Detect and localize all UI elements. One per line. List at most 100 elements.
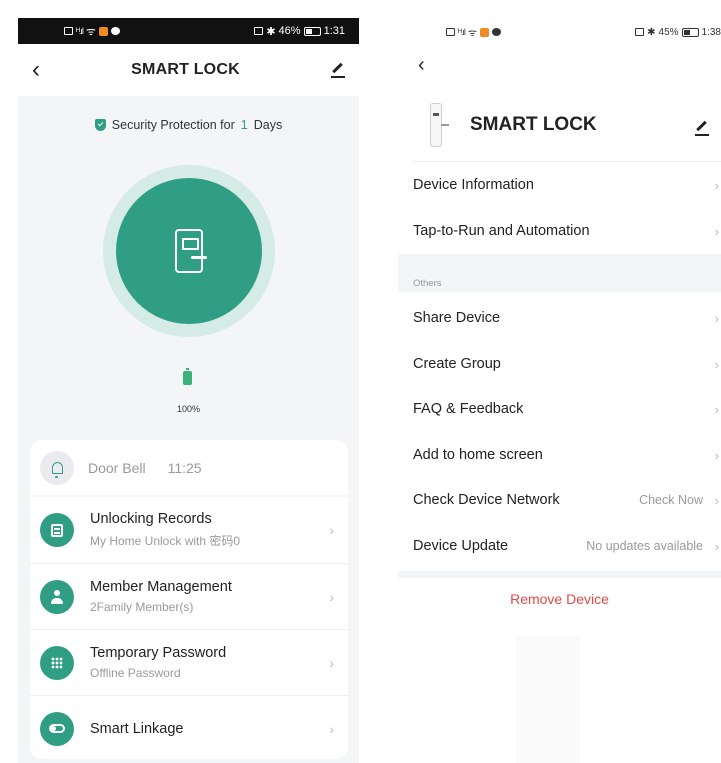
shield-check-icon [94, 119, 106, 131]
row-faq-feedback[interactable]: FAQ & Feedback › [413, 386, 721, 432]
door-bell-label: Door Bell [88, 459, 146, 476]
wifi-icon: ᯤ [467, 28, 477, 39]
bell-icon [51, 461, 63, 478]
pencil-icon[interactable] [695, 120, 709, 136]
row-label: Tap-to-Run and Automation [413, 223, 590, 239]
security-prefix: Security Protection for [111, 118, 235, 132]
menu-item-title: Member Management [90, 579, 232, 595]
chevron-right-icon: › [714, 401, 719, 417]
member-icon-circle [40, 579, 74, 614]
bluetooth-icon: ✱ [647, 26, 656, 38]
chevron-right-icon: › [714, 538, 719, 554]
row-device-information[interactable]: Device Information › [413, 162, 721, 208]
notification-icon [480, 27, 489, 37]
smart-lock-thumbnail [430, 103, 449, 147]
row-label: Share Device [413, 310, 501, 326]
records-icon [51, 523, 63, 537]
menu-item-subtitle: Offline Password [90, 666, 181, 680]
row-value: No updates available [586, 539, 703, 553]
page-title: SMART LOCK [131, 61, 240, 78]
signal-icon: ᴴ.ıl [458, 27, 466, 37]
menu-item-title: Temporary Password [90, 645, 227, 661]
notification-icon [98, 26, 108, 36]
battery-level-text: 100% [176, 404, 201, 414]
hd-icon [64, 27, 73, 35]
menu-item-member-management[interactable]: Member Management 2Family Member(s) › [30, 563, 348, 629]
chevron-right-icon: › [329, 654, 334, 671]
chat-icon [492, 28, 501, 36]
battery-icon [681, 27, 699, 37]
section-header-others: Others [398, 254, 721, 292]
row-add-to-home-screen[interactable]: Add to home screen › [413, 432, 721, 478]
battery-percent: 46% [278, 25, 301, 37]
keypad-icon [51, 656, 63, 669]
device-header: SMART LOCK [398, 90, 721, 160]
row-create-group[interactable]: Create Group › [413, 341, 721, 387]
records-icon-circle [40, 513, 74, 547]
device-name: SMART LOCK [470, 114, 597, 135]
row-label: Add to home screen [413, 447, 543, 463]
door-bell-card[interactable]: Door Bell 11:25 [30, 440, 348, 495]
menu-item-subtitle: My Home Unlock with 密码0 [90, 534, 241, 548]
security-protection-banner: Security Protection for 1 Days [18, 118, 359, 132]
chevron-right-icon: › [329, 522, 334, 538]
battery-level-icon [183, 368, 192, 385]
toggle-icon [49, 724, 65, 733]
feature-menu: Unlocking Records My Home Unlock with 密码… [30, 497, 348, 759]
menu-item-subtitle: 2Family Member(s) [90, 600, 194, 614]
row-tap-to-run[interactable]: Tap-to-Run and Automation › [413, 208, 721, 254]
chevron-right-icon: › [714, 492, 719, 508]
alarm-icon [635, 28, 645, 36]
keypad-icon-circle [40, 645, 74, 680]
alarm-icon [254, 27, 264, 35]
back-icon[interactable]: ‹ [32, 58, 40, 82]
lock-status-ring [103, 165, 275, 337]
remove-device-button[interactable]: Remove Device [398, 591, 721, 607]
security-days: 1 [240, 118, 248, 132]
row-label: Device Update [413, 538, 509, 554]
door-lock-icon [175, 229, 207, 273]
battery-percent: 45% [658, 26, 679, 38]
bluetooth-icon: ✱ [266, 25, 276, 38]
row-share-device[interactable]: Share Device › [413, 295, 721, 341]
pencil-icon[interactable] [331, 62, 345, 78]
clock: 1:31 [323, 25, 345, 37]
menu-item-temporary-password[interactable]: Temporary Password Offline Password › [30, 629, 348, 695]
row-device-update[interactable]: Device Update No updates available › [413, 523, 721, 569]
menu-item-title: Unlocking Records [90, 511, 212, 527]
row-label: Create Group [413, 356, 501, 372]
bell-icon-circle [40, 450, 74, 485]
hd-icon [446, 28, 455, 36]
member-icon [50, 589, 64, 604]
smart-lock-main-screen: ᴴ.ıl ᯤ ✱ 46% 1:31 ‹ SMART LOCK Security … [18, 18, 359, 763]
chat-icon [110, 27, 120, 35]
toggle-icon-circle [40, 711, 74, 746]
unlock-button[interactable] [116, 178, 262, 324]
chevron-right-icon: › [714, 223, 719, 239]
app-header: ‹ SMART LOCK [18, 44, 359, 96]
back-icon[interactable]: ‹ [418, 54, 425, 77]
menu-item-unlocking-records[interactable]: Unlocking Records My Home Unlock with 密码… [30, 497, 348, 563]
status-bar: ᴴ.ıl ᯤ ✱ 46% 1:31 [18, 18, 359, 44]
chevron-right-icon: › [714, 310, 719, 326]
chevron-right-icon: › [714, 177, 719, 193]
chevron-right-icon: › [714, 356, 719, 372]
background-shade [516, 636, 580, 763]
wifi-icon: ᯤ [85, 25, 96, 38]
row-label: FAQ & Feedback [413, 401, 524, 417]
chevron-right-icon: › [714, 447, 719, 463]
clock: 1:38 [701, 26, 721, 38]
chevron-right-icon: › [329, 588, 334, 605]
menu-item-smart-linkage[interactable]: Smart Linkage › [30, 695, 348, 761]
row-label: Device Information [413, 177, 534, 193]
section-gap [398, 571, 721, 578]
row-label: Check Device Network [413, 492, 560, 508]
menu-item-title: Smart Linkage [90, 720, 184, 737]
security-suffix: Days [253, 118, 283, 132]
row-check-device-network[interactable]: Check Device Network Check Now › [413, 477, 721, 523]
door-bell-time: 11:25 [167, 459, 202, 476]
chevron-right-icon: › [329, 720, 334, 737]
battery-icon [303, 26, 321, 36]
status-bar: ᴴ.ıl ᯤ ✱ 45% 1:38 [398, 18, 721, 46]
signal-icon: ᴴ.ıl [76, 26, 84, 36]
